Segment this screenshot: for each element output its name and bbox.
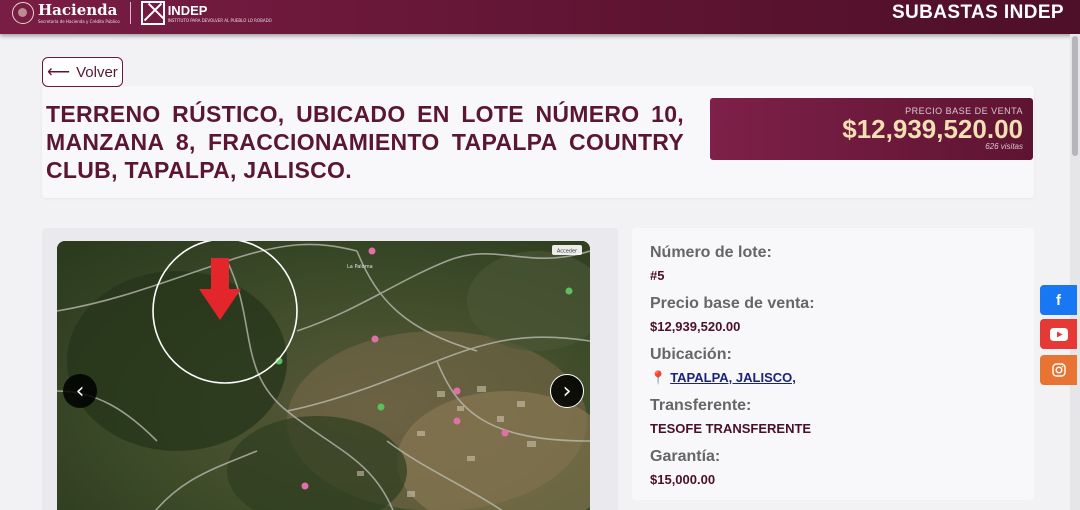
arrow-left-icon: ⟵: [47, 64, 71, 81]
youtube-button[interactable]: [1040, 319, 1077, 349]
property-title: TERRENO RÚSTICO, UBICADO EN LOTE NÚMERO …: [46, 101, 684, 183]
indep-subtitle: INSTITUTO PARA DEVOLVER AL PUEBLO LO ROB…: [167, 17, 272, 23]
location-link[interactable]: TAPALPA, JALISCO,: [670, 370, 796, 385]
brand-logos[interactable]: Hacienda Secretaría de Hacienda y Crédit…: [12, 0, 272, 26]
base-price-label: Precio base de venta:: [650, 295, 815, 312]
guarantee-value: $15,000.00: [650, 472, 716, 487]
government-seal-icon: [12, 2, 34, 24]
price-label: PRECIO BASE DE VENTA: [905, 106, 1023, 116]
guarantee-label: Garantía:: [650, 448, 721, 465]
map-badge: Acceder: [557, 249, 578, 255]
indep-logo-icon: [140, 1, 165, 25]
scrollbar-thumb[interactable]: [1072, 36, 1078, 156]
indep-logo-text: INDEP: [167, 2, 208, 18]
top-navbar: Hacienda Secretaría de Hacienda y Crédit…: [0, 0, 1080, 34]
facebook-icon: f: [1056, 291, 1061, 309]
facebook-button[interactable]: f: [1040, 285, 1077, 315]
price-banner: PRECIO BASE DE VENTA $12,939,520.00 626 …: [710, 98, 1033, 160]
instagram-button[interactable]: [1040, 355, 1077, 385]
map-place-label: La Paloma: [347, 264, 373, 270]
property-details-card: Número de lote: #5 Precio base de venta:…: [632, 228, 1034, 500]
site-title: SUBASTAS INDEP: [891, 2, 1064, 23]
chevron-left-icon: ‹: [75, 378, 85, 404]
location-label: Ubicación:: [650, 346, 732, 363]
visit-counter: 626 visitas: [985, 142, 1023, 151]
youtube-icon: [1049, 327, 1068, 341]
lot-number-label: Número de lote:: [650, 244, 772, 261]
logo-divider: [129, 2, 131, 24]
map-graphic: La Paloma Acceder: [57, 241, 590, 510]
lot-number-value: #5: [650, 268, 665, 283]
transferor-label: Transferente:: [650, 397, 752, 414]
hacienda-logo-text: Hacienda: [38, 0, 118, 19]
base-price-value: $12,939,520.00: [650, 319, 741, 334]
carousel-next-button[interactable]: ›: [550, 374, 584, 408]
location-value: 📍 TAPALPA, JALISCO,: [650, 370, 1016, 385]
back-button-label: Volver: [76, 63, 118, 81]
transferor-value: TESOFE TRANSFERENTE: [650, 421, 812, 436]
satellite-map-image[interactable]: La Paloma Acceder: [57, 241, 590, 510]
back-button[interactable]: ⟵ Volver: [42, 57, 123, 87]
map-pin-icon: 📍: [650, 370, 667, 385]
carousel-prev-button[interactable]: ‹: [63, 374, 97, 408]
instagram-icon: [1051, 363, 1066, 377]
hacienda-subtitle: Secretaría de Hacienda y Crédito Público: [38, 18, 120, 24]
chevron-right-icon: ›: [562, 378, 572, 404]
price-value: $12,939,520.00: [842, 114, 1023, 144]
